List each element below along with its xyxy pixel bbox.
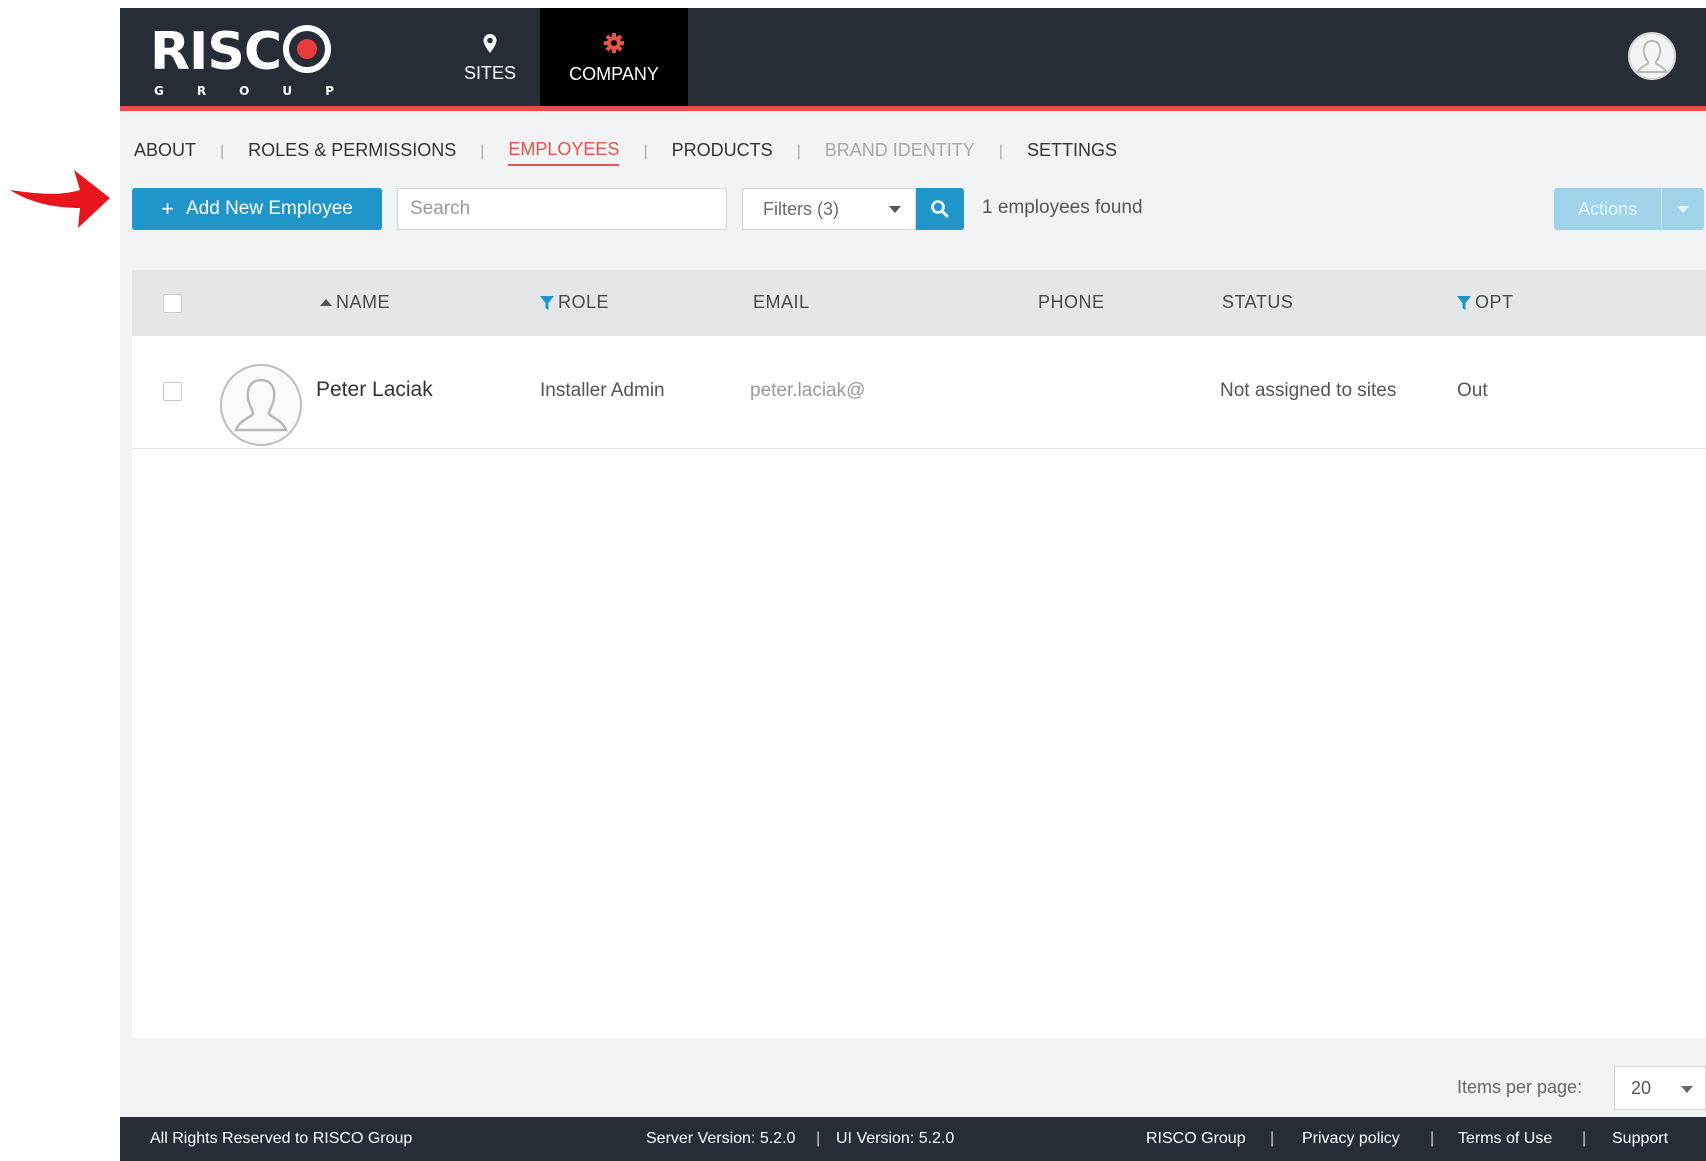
- filters-dropdown[interactable]: Filters (3): [742, 188, 916, 230]
- logo-group-letter: R: [196, 84, 207, 98]
- user-avatar-icon: [220, 364, 302, 446]
- employee-opt: Out: [1457, 380, 1488, 401]
- search-input[interactable]: [397, 188, 727, 230]
- employees-table: NAME ROLE EMAIL PHONE STATUS OPT Peter L…: [132, 270, 1706, 1038]
- column-email-label: EMAIL: [753, 292, 810, 312]
- search-icon: [931, 200, 949, 218]
- logo-o-icon: [283, 25, 332, 73]
- footer-server-version: Server Version: 5.2.0: [646, 1130, 796, 1147]
- top-caption-strip: [0, 0, 1706, 8]
- subnav-separator: |: [796, 143, 801, 160]
- employee-role: Installer Admin: [540, 380, 665, 401]
- select-all-checkbox[interactable]: [163, 294, 182, 313]
- table-row[interactable]: Peter Laciak Installer Admin peter.lacia…: [132, 336, 1706, 449]
- logo-wordmark: RISC: [150, 22, 332, 82]
- subnav-separator: |: [220, 143, 225, 160]
- table-header: NAME ROLE EMAIL PHONE STATUS OPT: [132, 270, 1706, 336]
- items-per-page-value: 20: [1631, 1077, 1652, 1098]
- employee-status: Not assigned to sites: [1220, 380, 1397, 401]
- footer-separator: |: [1270, 1130, 1275, 1147]
- employee-email: peter.laciak@: [750, 380, 866, 401]
- column-name-label: NAME: [336, 292, 391, 312]
- risco-logo[interactable]: RISC G R O U P: [150, 22, 340, 98]
- nav-sites[interactable]: SITES: [420, 8, 560, 106]
- sort-up-icon: [320, 299, 332, 306]
- footer-ui-version: UI Version: 5.2.0: [836, 1130, 955, 1147]
- tab-about[interactable]: ABOUT: [134, 140, 196, 165]
- column-phone-label: PHONE: [1038, 292, 1105, 312]
- footer-link-privacy-policy[interactable]: Privacy policy: [1302, 1130, 1400, 1148]
- company-subnav: ABOUT | ROLES & PERMISSIONS | EMPLOYEES …: [134, 138, 1117, 166]
- footer-link-terms-of-use[interactable]: Terms of Use: [1458, 1130, 1552, 1148]
- map-pin-icon: [482, 31, 498, 57]
- logo-group-letter: U: [282, 84, 293, 98]
- items-per-page-label: Items per page:: [1457, 1077, 1583, 1097]
- actions-button[interactable]: Actions: [1554, 188, 1704, 230]
- chevron-down-icon: [1681, 1086, 1693, 1093]
- column-header-role[interactable]: ROLE: [540, 292, 609, 313]
- employee-name[interactable]: Peter Laciak: [316, 378, 433, 402]
- column-header-name[interactable]: NAME: [320, 292, 390, 313]
- results-count: 1 employees found: [982, 197, 1143, 218]
- footer-separator: |: [1582, 1130, 1587, 1147]
- subnav-separator: |: [998, 143, 1003, 160]
- tab-settings[interactable]: SETTINGS: [1027, 140, 1117, 165]
- user-avatar-icon[interactable]: [1628, 32, 1676, 80]
- logo-group-letter: O: [239, 84, 250, 98]
- add-new-employee-button[interactable]: + Add New Employee: [132, 188, 382, 230]
- column-header-phone: PHONE: [1038, 292, 1105, 313]
- column-header-email: EMAIL: [753, 292, 810, 313]
- search-button[interactable]: [916, 188, 964, 230]
- footer-link-support[interactable]: Support: [1612, 1130, 1668, 1148]
- add-new-employee-label: Add New Employee: [185, 198, 353, 219]
- chevron-down-icon: [1677, 205, 1690, 213]
- tab-products[interactable]: PRODUCTS: [672, 140, 773, 165]
- tab-brand-identity[interactable]: BRAND IDENTITY: [825, 140, 975, 165]
- plus-icon: +: [161, 196, 174, 221]
- chevron-down-icon: [889, 206, 901, 213]
- filters-label: Filters (3): [763, 198, 839, 219]
- funnel-icon: [540, 295, 554, 310]
- nav-company[interactable]: COMPANY: [540, 8, 688, 106]
- funnel-icon: [1457, 295, 1471, 310]
- top-header: RISC G R O U P SITES COMPANY: [120, 8, 1706, 111]
- footer-separator: |: [816, 1130, 821, 1147]
- page-footer: All Rights Reserved to RISCO Group Serve…: [120, 1117, 1706, 1161]
- logo-group-letter: G: [154, 84, 164, 98]
- nav-company-label: COMPANY: [569, 63, 659, 84]
- logo-group-letter: P: [325, 84, 334, 98]
- gear-icon: [603, 30, 625, 56]
- column-header-opt[interactable]: OPT: [1457, 292, 1514, 313]
- footer-link-risco-group[interactable]: RISCO Group: [1146, 1130, 1246, 1148]
- column-opt-label: OPT: [1475, 292, 1514, 312]
- app-frame: RISC G R O U P SITES COMPANY ABOUT | ROL…: [120, 8, 1706, 1161]
- footer-rights: All Rights Reserved to RISCO Group: [150, 1130, 413, 1147]
- actions-label: Actions: [1578, 198, 1638, 219]
- nav-sites-label: SITES: [463, 62, 516, 83]
- footer-separator: |: [1430, 1130, 1435, 1147]
- column-header-status: STATUS: [1222, 292, 1293, 313]
- row-checkbox[interactable]: [163, 382, 182, 401]
- items-per-page-select[interactable]: 20: [1614, 1066, 1706, 1110]
- subnav-separator: |: [643, 143, 648, 160]
- column-role-label: ROLE: [558, 292, 610, 312]
- subnav-separator: |: [480, 143, 485, 160]
- tab-employees[interactable]: EMPLOYEES: [508, 139, 620, 166]
- tab-roles-permissions[interactable]: ROLES & PERMISSIONS: [248, 140, 456, 165]
- logo-text: RISC: [150, 22, 282, 82]
- column-status-label: STATUS: [1222, 292, 1294, 312]
- actions-dropdown-toggle[interactable]: [1661, 188, 1704, 230]
- logo-group-text: G R O U P: [154, 84, 334, 98]
- red-arrow-icon: [10, 170, 110, 228]
